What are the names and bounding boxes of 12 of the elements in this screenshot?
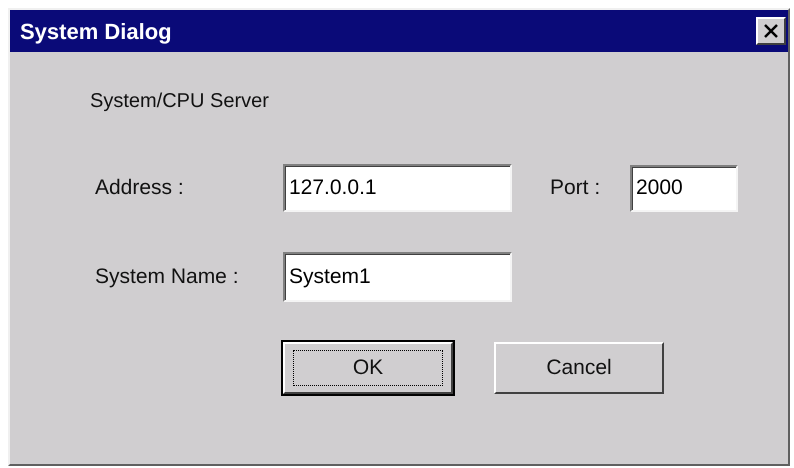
- text-field[interactable]: System1: [283, 252, 512, 302]
- close-button[interactable]: [756, 17, 786, 45]
- section-heading: System/CPU Server: [90, 89, 269, 114]
- close-icon: [763, 23, 779, 39]
- field-label: Port :: [550, 175, 602, 202]
- text-field[interactable]: 127.0.0.1: [283, 164, 512, 212]
- field-label: Address :: [95, 175, 185, 202]
- text-field[interactable]: 2000: [630, 164, 738, 212]
- cancel-button[interactable]: Cancel: [494, 342, 664, 394]
- field-label: System Name :: [95, 264, 240, 290]
- window-title: System Dialog: [20, 18, 172, 46]
- ok-button[interactable]: OK: [283, 342, 453, 394]
